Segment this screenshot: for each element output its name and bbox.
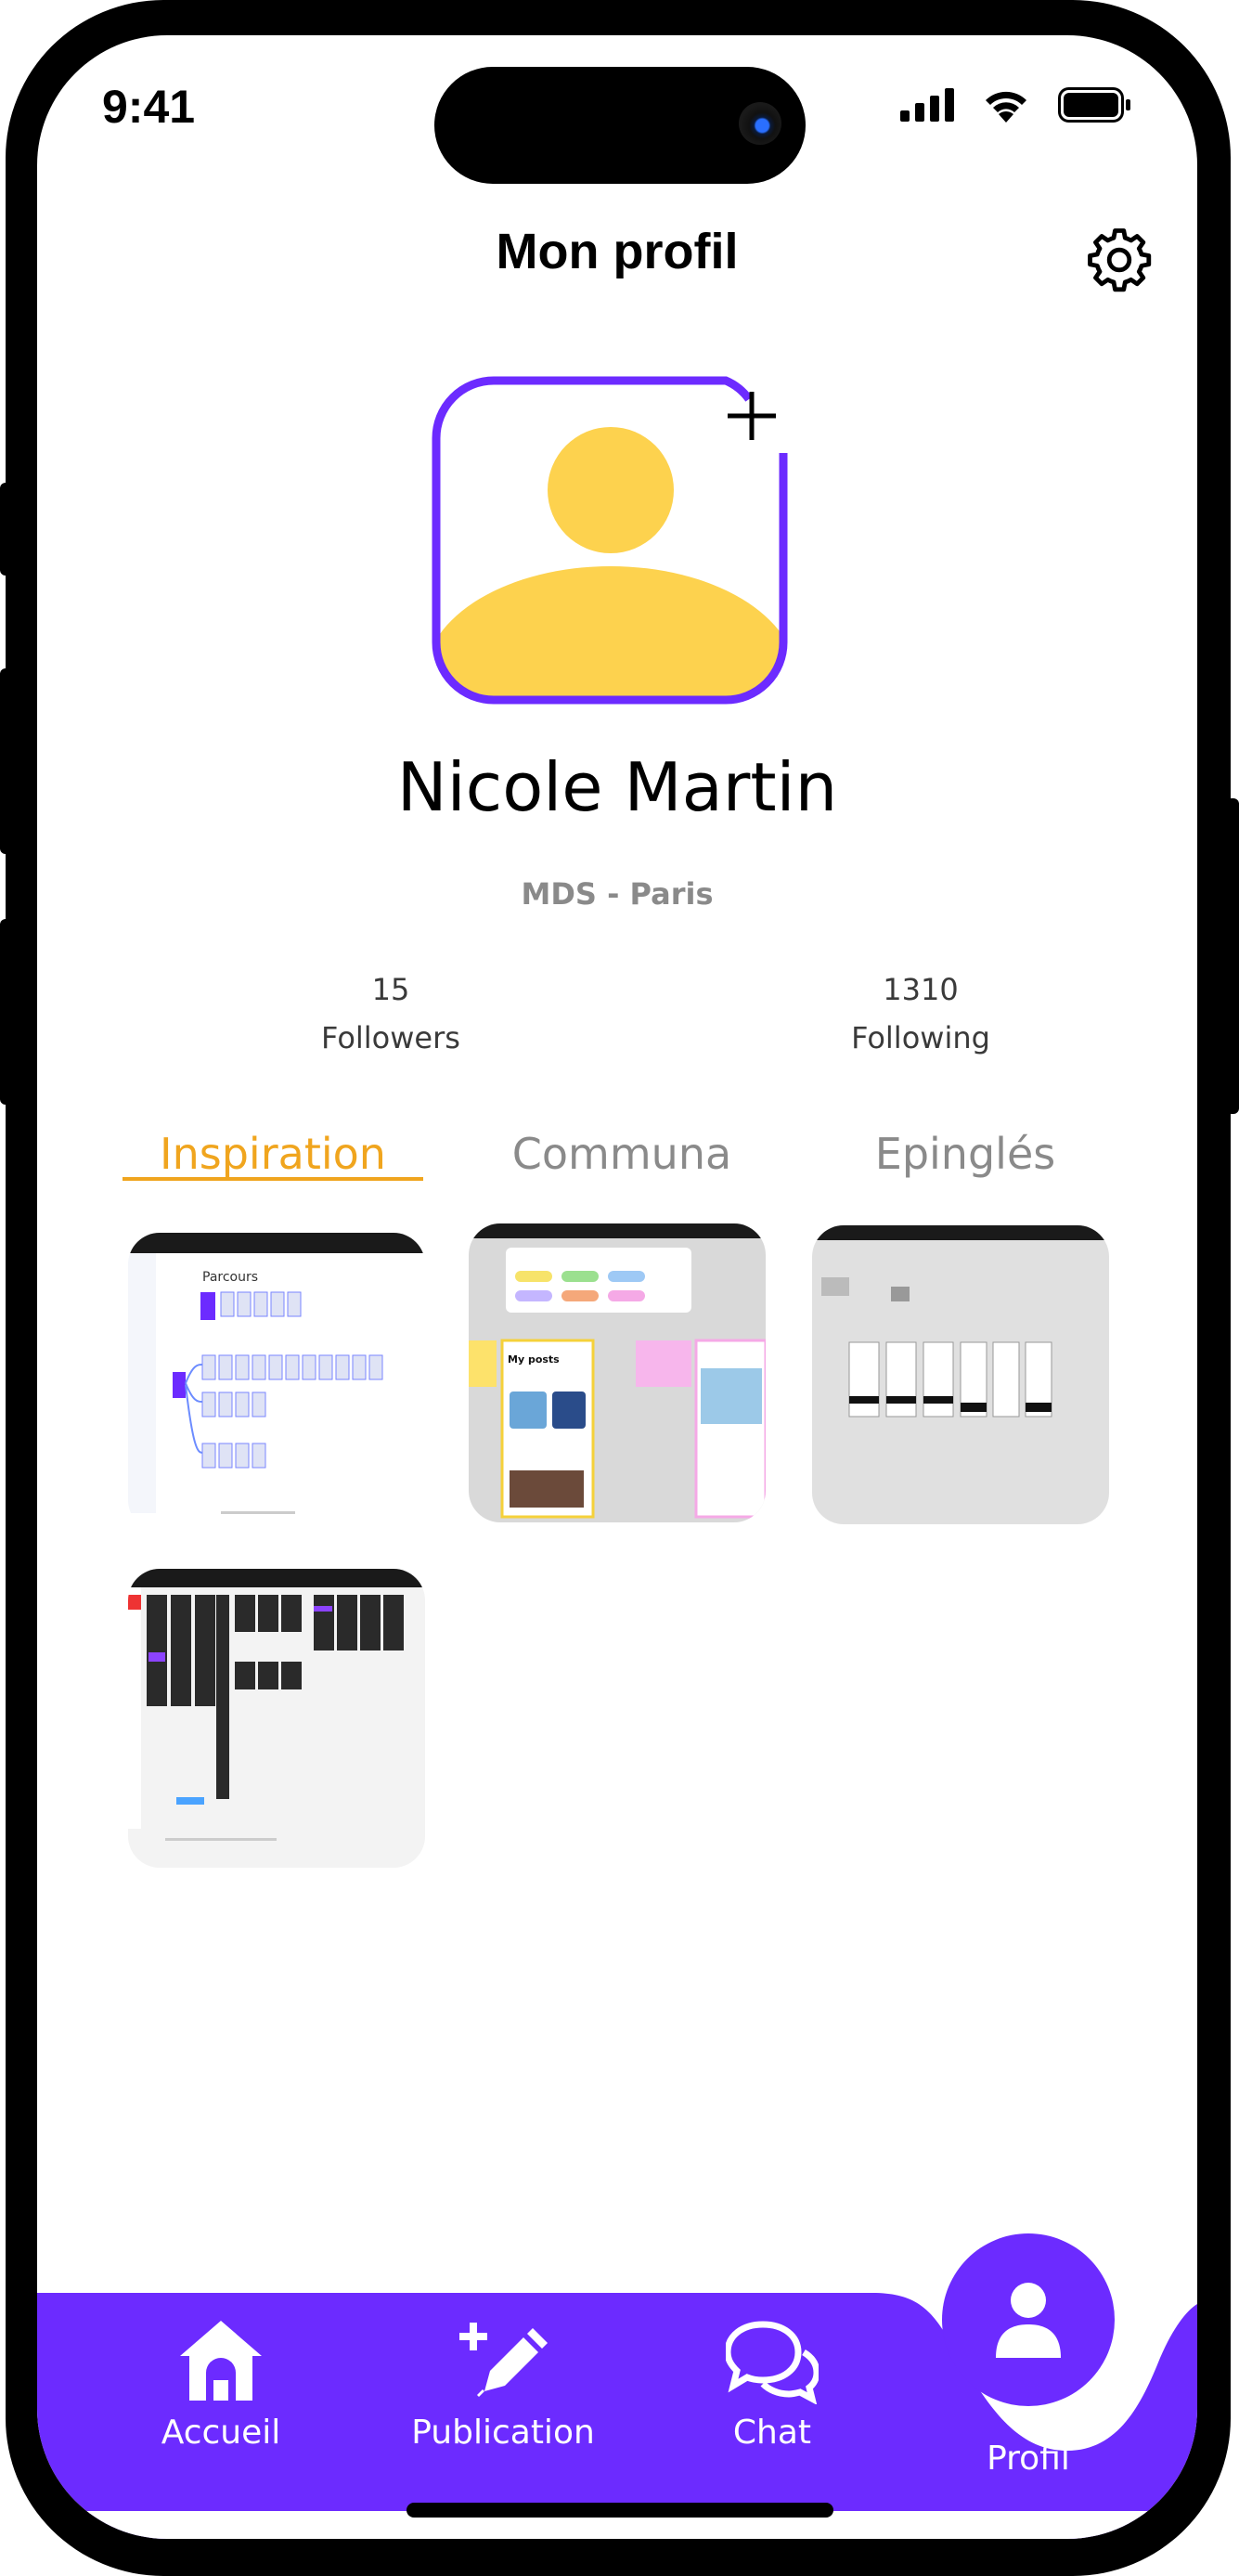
chat-icon bbox=[724, 2321, 820, 2405]
following-count: 1310 bbox=[883, 972, 959, 1007]
volume-down-button bbox=[0, 919, 13, 1105]
following-stat[interactable]: 1310 Following bbox=[781, 965, 1060, 1062]
thumbnail-title: My posts bbox=[508, 1353, 560, 1366]
page-title: Mon profil bbox=[496, 224, 739, 279]
settings-gear-icon[interactable] bbox=[1086, 227, 1153, 293]
followers-stat[interactable]: 15 Followers bbox=[252, 965, 530, 1062]
nav-publication[interactable]: Publication bbox=[382, 2315, 624, 2452]
posts-board-preview bbox=[469, 1248, 766, 1519]
power-button bbox=[1226, 798, 1239, 1114]
add-photo-plus-icon[interactable] bbox=[724, 388, 780, 444]
post-thumbnail-3[interactable] bbox=[812, 1225, 1109, 1524]
nav-accueil[interactable]: Accueil bbox=[100, 2315, 342, 2452]
thumbnail-toolbar bbox=[128, 1569, 425, 1587]
thumbnail-toolbar bbox=[469, 1223, 766, 1238]
front-camera bbox=[739, 102, 781, 145]
tab-epingles[interactable]: Epinglés bbox=[826, 1129, 1104, 1179]
nav-profil-label[interactable]: Profil bbox=[936, 2440, 1121, 2478]
following-label: Following bbox=[851, 1020, 990, 1055]
home-indicator[interactable] bbox=[407, 2503, 833, 2518]
action-button bbox=[0, 483, 13, 576]
profile-school: MDS - Paris bbox=[521, 876, 714, 912]
home-icon bbox=[180, 2321, 262, 2401]
nav-chat[interactable]: Chat bbox=[652, 2315, 893, 2452]
followers-count: 15 bbox=[371, 972, 410, 1007]
signal-icon bbox=[900, 88, 954, 122]
post-thumbnail-1[interactable]: Parcours bbox=[128, 1233, 425, 1532]
status-time: 9:41 bbox=[102, 81, 196, 133]
volume-up-button bbox=[0, 668, 13, 854]
wireframes-preview bbox=[821, 1277, 1052, 1417]
flow-diagram-preview bbox=[128, 1253, 383, 1514]
status-icons bbox=[900, 87, 1132, 123]
tab-inspiration[interactable]: Inspiration bbox=[123, 1129, 423, 1179]
dynamic-island bbox=[434, 67, 806, 184]
nav-profil-fab[interactable] bbox=[942, 2233, 1115, 2406]
post-thumbnail-2[interactable]: My posts bbox=[469, 1223, 766, 1522]
nav-chat-label: Chat bbox=[732, 2414, 812, 2452]
user-icon bbox=[996, 2283, 1061, 2358]
wifi-icon bbox=[986, 91, 1026, 123]
thumbnail-toolbar bbox=[812, 1225, 1109, 1240]
post-thumbnail-4[interactable] bbox=[128, 1569, 425, 1868]
screen: 9:41 Mon profil Nicole Martin MDS - Pari… bbox=[37, 35, 1197, 2539]
followers-label: Followers bbox=[321, 1020, 460, 1055]
pen-plus-icon bbox=[459, 2323, 548, 2397]
nav-accueil-label: Accueil bbox=[161, 2414, 281, 2452]
profile-name: Nicole Martin bbox=[396, 748, 838, 826]
battery-icon bbox=[1058, 87, 1130, 123]
tab-communa[interactable]: Communa bbox=[483, 1129, 761, 1179]
thumbnail-toolbar bbox=[128, 1233, 425, 1253]
active-tab-underline bbox=[123, 1177, 423, 1181]
nav-publication-label: Publication bbox=[411, 2414, 595, 2452]
dark-screens-preview bbox=[128, 1587, 404, 1841]
